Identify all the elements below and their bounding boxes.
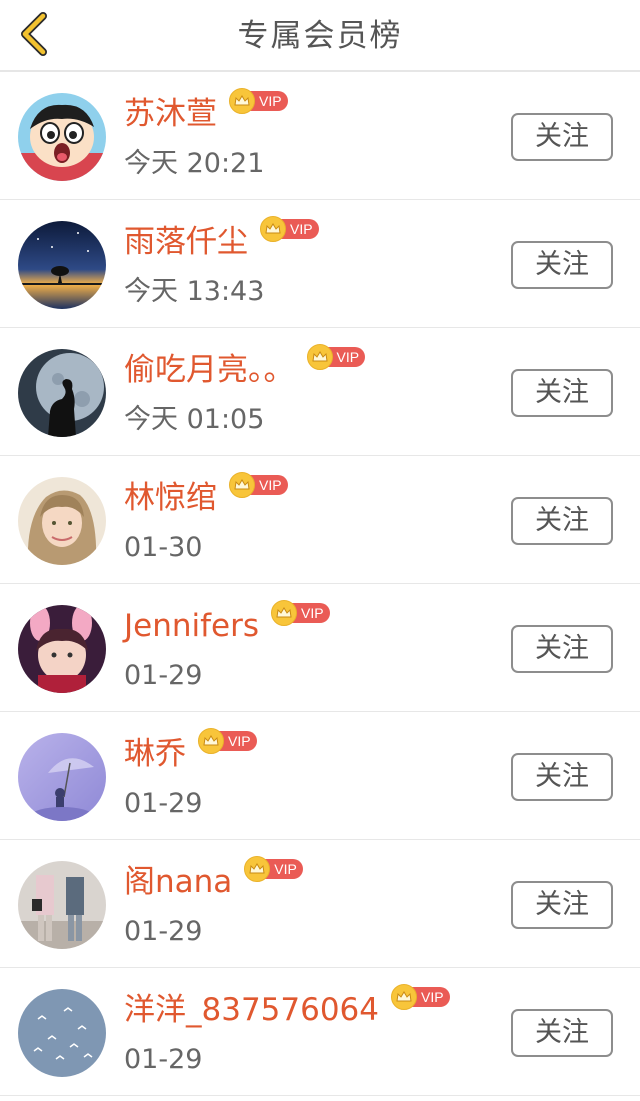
crown-icon (306, 344, 333, 370)
vip-badge: VIP (244, 856, 303, 882)
member-name[interactable]: 琳乔 (124, 732, 186, 776)
join-time: 今天 13:43 (124, 276, 265, 307)
purple-umbrella-avatar-icon (18, 733, 106, 821)
vip-badge: VIP (198, 728, 257, 754)
night-sky-tree-avatar-icon (18, 221, 106, 309)
join-time: 01-29 (124, 788, 203, 819)
top-bar: 专属会员榜 (0, 0, 640, 72)
follow-button[interactable]: 关注 (511, 1009, 613, 1057)
join-time: 今天 20:21 (124, 148, 265, 179)
list-item[interactable]: 洋洋_837576064 VIP 01-29 关注 (0, 968, 640, 1096)
join-time: 01-29 (124, 1044, 203, 1075)
avatar[interactable] (18, 349, 106, 437)
member-name[interactable]: 苏沐萱 (124, 92, 217, 136)
follow-button[interactable]: 关注 (511, 625, 613, 673)
member-name[interactable]: 洋洋_837576064 (124, 988, 379, 1032)
avatar[interactable] (18, 605, 106, 693)
member-name[interactable]: Jennifers (124, 604, 259, 648)
vip-badge: VIP (271, 600, 330, 626)
girl-portrait-avatar-icon (18, 477, 106, 565)
list-item[interactable]: 苏沐萱 VIP 今天 20:21 关注 (0, 72, 640, 200)
crown-icon (260, 216, 286, 242)
street-couple-avatar-icon (18, 861, 106, 949)
list-item[interactable]: 偷吃月亮。。 VIP 今天 01:05 关注 (0, 328, 640, 456)
moon-silhouette-avatar-icon (18, 349, 106, 437)
crown-icon (271, 600, 298, 626)
follow-button[interactable]: 关注 (511, 497, 613, 545)
join-time: 今天 01:05 (124, 404, 265, 435)
avatar[interactable] (18, 477, 106, 565)
vip-badge: VIP (391, 984, 450, 1010)
avatar[interactable] (18, 989, 106, 1077)
list-item[interactable]: 阁nana VIP 01-29 关注 (0, 840, 640, 968)
follow-button[interactable]: 关注 (511, 241, 613, 289)
vip-badge: VIP (229, 88, 288, 114)
girl-bunny-ears-avatar-icon (18, 605, 106, 693)
seagulls-sky-avatar-icon (18, 989, 106, 1077)
join-time: 01-29 (124, 660, 203, 691)
member-name[interactable]: 雨落仟尘 (124, 220, 248, 264)
avatar[interactable] (18, 733, 106, 821)
follow-button[interactable]: 关注 (511, 881, 613, 929)
crown-icon (229, 88, 255, 114)
join-time: 01-29 (124, 916, 203, 947)
follow-button[interactable]: 关注 (511, 369, 613, 417)
crown-icon (198, 728, 224, 754)
list-item[interactable]: 琳乔 VIP 01-29 关注 (0, 712, 640, 840)
member-name[interactable]: 林惊绾 (124, 476, 217, 520)
member-list: 苏沐萱 VIP 今天 20:21 关注 雨落仟尘 VIP 今天 13:43 关注… (0, 72, 640, 1096)
list-item[interactable]: 雨落仟尘 VIP 今天 13:43 关注 (0, 200, 640, 328)
member-name[interactable]: 偷吃月亮。。 (124, 348, 295, 392)
join-time: 01-30 (124, 532, 203, 563)
vip-badge: VIP (260, 216, 319, 242)
page-title: 专属会员榜 (237, 18, 403, 54)
member-name[interactable]: 阁nana (124, 860, 232, 904)
avatar[interactable] (18, 221, 106, 309)
vip-badge: VIP (306, 344, 366, 370)
crown-icon (229, 472, 255, 498)
follow-button[interactable]: 关注 (511, 753, 613, 801)
list-item[interactable]: Jennifers VIP 01-29 关注 (0, 584, 640, 712)
vip-badge: VIP (229, 472, 288, 498)
crown-icon (391, 984, 418, 1010)
avatar[interactable] (18, 861, 106, 949)
list-item[interactable]: 林惊绾 VIP 01-30 关注 (0, 456, 640, 584)
cartoon-boy-avatar-icon (18, 93, 106, 181)
follow-button[interactable]: 关注 (511, 113, 613, 161)
avatar[interactable] (18, 93, 106, 181)
